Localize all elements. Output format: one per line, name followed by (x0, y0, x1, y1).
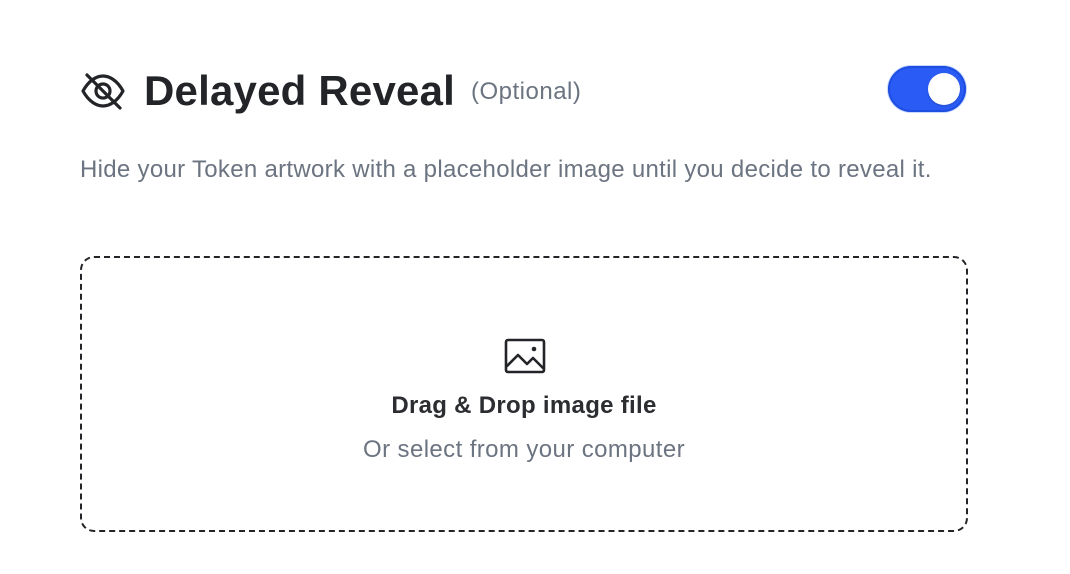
dropzone-title: Drag & Drop image file (391, 392, 657, 419)
toggle-knob (928, 73, 960, 105)
delayed-reveal-section: Delayed Reveal (Optional) Hide your Toke… (80, 0, 968, 574)
image-icon (504, 338, 546, 374)
section-description: Hide your Token artwork with a placehold… (80, 156, 932, 183)
delayed-reveal-toggle[interactable] (888, 66, 966, 112)
image-dropzone[interactable]: Drag & Drop image file Or select from yo… (80, 256, 968, 532)
dropzone-subtitle[interactable]: Or select from your computer (82, 436, 966, 464)
section-title: Delayed Reveal (144, 67, 455, 114)
section-header: Delayed Reveal (Optional) (80, 62, 968, 120)
eye-off-icon (80, 71, 126, 111)
optional-label: (Optional) (471, 78, 582, 105)
